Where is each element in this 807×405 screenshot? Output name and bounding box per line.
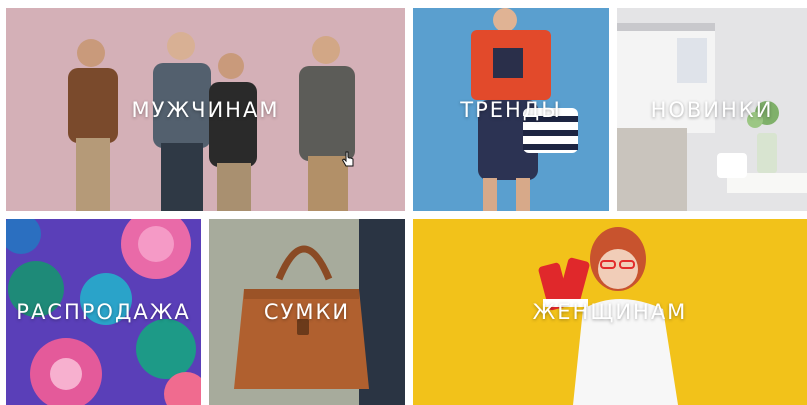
category-tile-new[interactable]: НОВИНКИ bbox=[617, 8, 807, 211]
category-tile-trends[interactable]: ТРЕНДЫ bbox=[413, 8, 609, 211]
trends-photo bbox=[413, 8, 609, 211]
category-tile-men[interactable]: МУЖЧИНАМ bbox=[6, 8, 405, 211]
category-grid: МУЖЧИНАМ ТРЕНДЫ НОВИНКИ РАСПРОДАЖА СУМКИ… bbox=[0, 0, 807, 405]
women-photo bbox=[413, 219, 807, 405]
category-tile-bags[interactable]: СУМКИ bbox=[209, 219, 405, 405]
bags-photo bbox=[209, 219, 405, 405]
sale-photo bbox=[6, 219, 201, 405]
category-tile-women[interactable]: ЖЕНЩИНАМ bbox=[413, 219, 807, 405]
category-tile-sale[interactable]: РАСПРОДАЖА bbox=[6, 219, 201, 405]
men-photo bbox=[6, 8, 405, 211]
hand-pointer-icon bbox=[341, 151, 354, 167]
new-photo bbox=[617, 8, 807, 211]
